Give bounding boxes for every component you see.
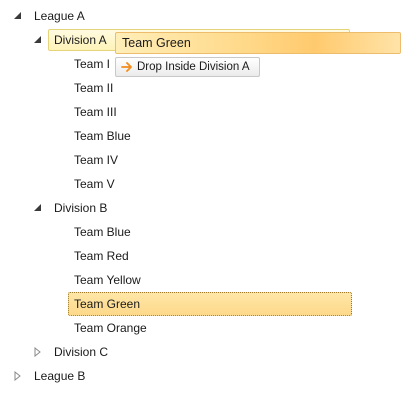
- tree-item-division-c[interactable]: Division C: [30, 342, 130, 362]
- tree-item-label: Team II: [74, 81, 114, 95]
- expanded-triangle-icon[interactable]: [33, 35, 43, 45]
- tree-item-label: Team IV: [74, 153, 119, 167]
- tree-item-label: Division B: [54, 201, 108, 215]
- tree-item-division-b[interactable]: Division B: [30, 198, 130, 218]
- arrow-right-icon: [121, 61, 133, 79]
- tree-item-label: League B: [34, 369, 86, 383]
- tree-item-label: Team Green: [74, 297, 141, 311]
- tree-item-label: Team I: [74, 57, 111, 71]
- tree-item-label: Team Yellow: [74, 273, 141, 287]
- expanded-triangle-icon[interactable]: [13, 11, 23, 21]
- tree-item-label: Division C: [54, 345, 109, 359]
- drag-preview: Team Green: [115, 32, 401, 54]
- tree-item-label: Team Orange: [74, 321, 147, 335]
- drop-tooltip: Drop Inside Division A: [115, 57, 260, 77]
- tree-item-league-b[interactable]: League B: [10, 366, 110, 386]
- tree-item-label: Team Blue: [74, 129, 131, 143]
- tree-item-label: Team Red: [74, 249, 129, 263]
- drop-tooltip-text: Drop Inside Division A: [137, 61, 250, 73]
- tree-item-label: Team III: [74, 105, 117, 119]
- collapsed-triangle-icon[interactable]: [13, 371, 23, 381]
- collapsed-triangle-icon[interactable]: [33, 347, 43, 357]
- tree-view: League A Division A Team I Team II Team …: [0, 0, 412, 400]
- tree-item-league-a[interactable]: League A: [10, 6, 210, 26]
- tree-item-label: League A: [34, 9, 85, 23]
- tree-item-label: Team Blue: [74, 225, 131, 239]
- tree-item-label: Team V: [74, 177, 115, 191]
- tree-item-label: Division A: [54, 33, 107, 47]
- expanded-triangle-icon[interactable]: [33, 203, 43, 213]
